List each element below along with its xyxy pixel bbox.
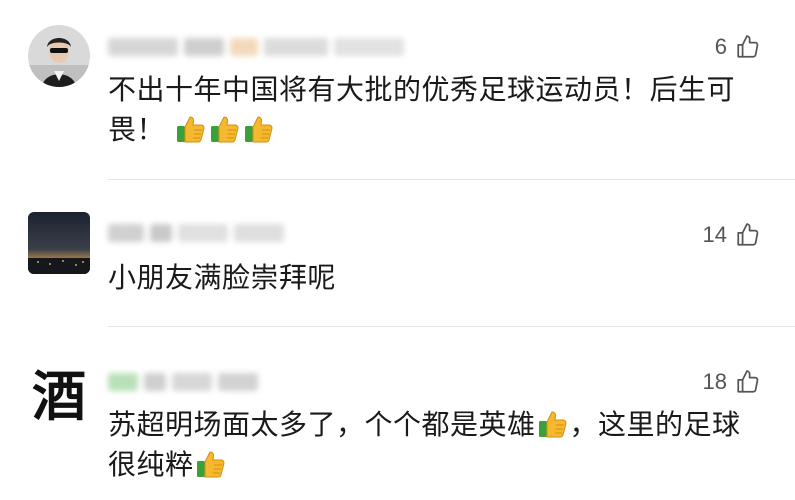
comment-item: 酒 18 苏超明场面太多了，个个都是英雄 ，这里的足球很纯粹 <box>0 327 795 500</box>
thumbs-up-icon <box>735 222 761 248</box>
thumbs-up-emoji <box>175 113 207 145</box>
thumbs-up-emoji <box>209 113 241 145</box>
like-count: 18 <box>702 369 727 394</box>
thumbs-up-emoji <box>243 113 275 145</box>
like-button[interactable]: 6 <box>715 32 761 62</box>
calligraphy-avatar: 酒 <box>32 363 86 423</box>
username[interactable] <box>108 32 410 62</box>
username[interactable] <box>108 218 290 248</box>
like-button[interactable]: 14 <box>703 220 761 250</box>
avatar[interactable] <box>28 212 90 274</box>
like-button[interactable]: 18 <box>703 367 761 397</box>
user-photo-icon <box>28 25 90 87</box>
comment-text: 苏超明场面太多了，个个都是英雄 ，这里的足球很纯粹 <box>108 405 765 485</box>
thumbs-up-emoji <box>537 408 569 440</box>
thumbs-up-emoji <box>195 448 227 480</box>
username[interactable] <box>108 367 264 397</box>
night-city-photo-icon <box>28 212 90 274</box>
comment-text: 不出十年中国将有大批的优秀足球运动员！后生可畏！ <box>108 70 765 150</box>
like-count: 6 <box>714 34 727 59</box>
thumbs-up-icon <box>735 34 761 60</box>
like-count: 14 <box>702 222 727 247</box>
thumbs-up-icon <box>735 369 761 395</box>
avatar[interactable]: 酒 <box>28 360 90 422</box>
comment-item: 14 小朋友满脸崇拜呢 <box>0 180 795 327</box>
comment-text-content: 苏超明场面太多了，个个都是英雄 <box>108 408 536 441</box>
avatar[interactable] <box>28 25 90 87</box>
comment-text: 小朋友满脸崇拜呢 <box>108 258 765 298</box>
comment-item: 6 不出十年中国将有大批的优秀足球运动员！后生可畏！ <box>0 0 795 180</box>
comment-text-content: 小朋友满脸崇拜呢 <box>108 261 337 294</box>
